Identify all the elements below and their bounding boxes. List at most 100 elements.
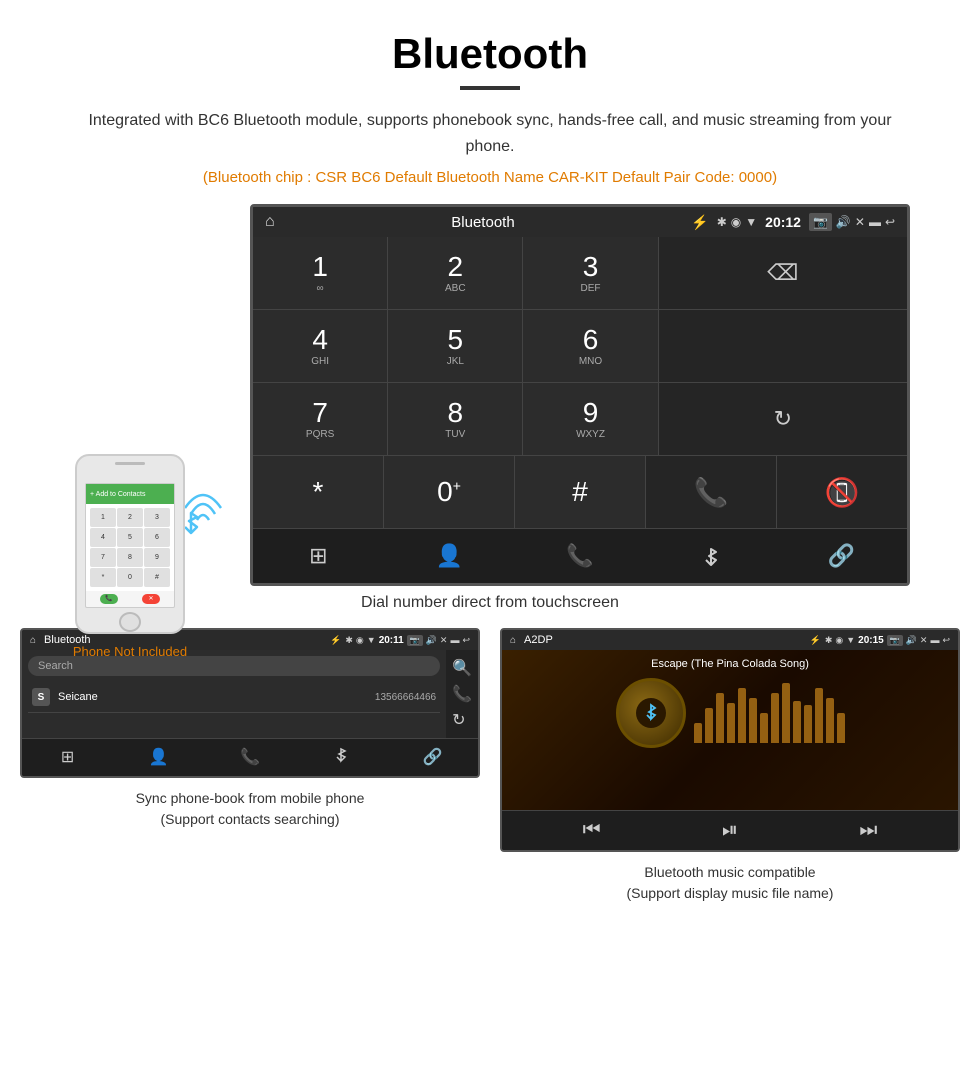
bottom-link-icon[interactable]: 🔗: [776, 529, 907, 583]
pb-refresh-icon[interactable]: ↻: [452, 710, 472, 730]
dial-key-2[interactable]: 2 ABC: [388, 237, 523, 309]
location-icon: ◉: [731, 215, 741, 229]
pb-sig-icon: ▼: [367, 635, 376, 646]
phone-end-btn: ✕: [142, 594, 160, 604]
main-status-bar: ⌂ Bluetooth ⚡ ✱ ◉ ▼ 20:12 📷 🔊 ✕ ▬ ↩: [253, 207, 907, 237]
pb-cam-icon: 📷: [407, 635, 423, 646]
dial-key-star[interactable]: *: [253, 456, 384, 528]
pb-contact-icon[interactable]: 👤: [113, 739, 204, 776]
mu-back-icon: ↩: [942, 635, 950, 646]
phone-not-included-label: Phone Not Included: [40, 644, 220, 659]
music-bar: [716, 693, 724, 743]
dial-key-backspace[interactable]: ⌫: [659, 237, 907, 309]
subtitle: Integrated with BC6 Bluetooth module, su…: [0, 108, 980, 169]
signal-icon: ▼: [745, 215, 757, 229]
music-controls: ⏮ ⏯ ⏭: [502, 810, 958, 850]
bottom-panels: ⌂ Bluetooth ⚡ ✱ ◉ ▼ 20:11 📷 🔊 ✕ ▬ ↩: [0, 628, 980, 904]
phone-screen: + Add to Contacts 1 2 3 4 5 6 7 8 9 * 0: [85, 483, 175, 607]
dial-key-refresh[interactable]: ↻: [659, 383, 907, 455]
music-bar: [815, 688, 823, 743]
pb-phone-icon[interactable]: 📞: [204, 739, 295, 776]
bottom-phone-icon[interactable]: 📞: [515, 529, 646, 583]
music-prev-btn[interactable]: ⏮: [583, 819, 601, 842]
music-caption: Bluetooth music compatible(Support displ…: [627, 862, 834, 904]
contact-letter: S: [32, 688, 50, 706]
dial-key-0[interactable]: 0+: [384, 456, 515, 528]
bt-info: (Bluetooth chip : CSR BC6 Default Blueto…: [0, 169, 980, 186]
pb-win-icon: ▬: [450, 635, 459, 646]
contact-row[interactable]: S Seicane 13566664466: [28, 682, 440, 713]
pb-time: 20:11: [379, 635, 404, 646]
dial-key-8[interactable]: 8 TUV: [388, 383, 523, 455]
phone-key: 4: [90, 528, 116, 547]
music-bar: [771, 693, 779, 743]
mu-time: 20:15: [858, 635, 884, 646]
window-icon: ▬: [869, 215, 881, 229]
mu-vol-icon: 🔊: [906, 635, 917, 646]
mu-close-icon: ✕: [920, 635, 928, 646]
phonebook-caption: Sync phone-book from mobile phone(Suppor…: [136, 788, 365, 830]
screen-time: 20:12: [765, 214, 801, 230]
music-bar: [804, 705, 812, 743]
bottom-bt-icon[interactable]: [645, 529, 776, 583]
pb-back-icon: ↩: [462, 635, 470, 646]
music-next-btn[interactable]: ⏭: [859, 819, 877, 842]
phone-key: 1: [90, 508, 116, 527]
pb-search-icon[interactable]: 🔍: [452, 658, 472, 678]
dial-key-7[interactable]: 7 PQRS: [253, 383, 388, 455]
pb-status-icons: ✱ ◉ ▼ 20:11 📷 🔊 ✕ ▬ ↩: [345, 635, 470, 646]
main-screen-mockup: ⌂ Bluetooth ⚡ ✱ ◉ ▼ 20:12 📷 🔊 ✕ ▬ ↩: [250, 204, 910, 586]
mu-cam-icon: 📷: [887, 635, 903, 646]
pb-grid-icon[interactable]: ⊞: [22, 739, 113, 776]
bluetooth-status-icon: ✱: [717, 215, 727, 229]
page-title: Bluetooth: [0, 0, 980, 86]
dial-key-call[interactable]: 📞: [646, 456, 777, 528]
dial-key-end[interactable]: 📵: [777, 456, 907, 528]
music-play-pause-btn[interactable]: ⏯: [722, 819, 738, 842]
back-icon: ↩: [885, 215, 895, 229]
mu-win-icon: ▬: [930, 635, 939, 646]
pb-call-icon[interactable]: 📞: [452, 684, 472, 704]
pb-bt-bottom-icon[interactable]: [296, 739, 387, 776]
dial-key-6[interactable]: 6 MNO: [523, 310, 658, 382]
usb-icon: ⚡: [691, 214, 708, 231]
mu-usb-icon: ⚡: [810, 635, 821, 646]
phone-screen-bottom: ✕: [86, 591, 174, 607]
pb-link-icon[interactable]: 🔗: [387, 739, 478, 776]
dialpad-row-1: 1 ∞ 2 ABC 3 DEF ⌫: [253, 237, 907, 310]
dial-key-5[interactable]: 5 JKL: [388, 310, 523, 382]
phone-key: *: [90, 568, 116, 587]
dialpad-row-2: 4 GHI 5 JKL 6 MNO: [253, 310, 907, 383]
music-bar: [705, 708, 713, 743]
dial-key-9[interactable]: 9 WXYZ: [523, 383, 658, 455]
phonebook-sidebar: 🔍 📞 ↻: [446, 650, 478, 738]
pb-bt-icon: ✱: [345, 635, 353, 646]
phone-screen-top: + Add to Contacts: [86, 484, 174, 504]
mu-sig-icon: ▼: [846, 635, 855, 646]
mu-label: A2DP: [524, 634, 806, 646]
music-status-bar: ⌂ A2DP ⚡ ✱ ◉ ▼ 20:15 📷 🔊 ✕ ▬ ↩: [502, 630, 958, 650]
bottom-contact-icon[interactable]: 👤: [384, 529, 515, 583]
dial-key-1[interactable]: 1 ∞: [253, 237, 388, 309]
phone-key: 6: [144, 528, 170, 547]
dial-key-hash[interactable]: #: [515, 456, 646, 528]
phone-key: 5: [117, 528, 143, 547]
music-body: Escape (The Pina Colada Song): [502, 650, 958, 810]
mu-home-icon: ⌂: [510, 635, 516, 646]
dial-key-4[interactable]: 4 GHI: [253, 310, 388, 382]
mu-bt-icon: ✱: [825, 635, 833, 646]
phonebook-panel: ⌂ Bluetooth ⚡ ✱ ◉ ▼ 20:11 📷 🔊 ✕ ▬ ↩: [20, 628, 480, 904]
dial-key-3[interactable]: 3 DEF: [523, 237, 658, 309]
status-icons: ✱ ◉ ▼ 20:12 📷 🔊 ✕ ▬ ↩: [717, 213, 895, 231]
camera-status-icon: 📷: [809, 213, 832, 231]
phone-screen-body: 1 2 3 4 5 6 7 8 9 * 0 #: [86, 504, 174, 590]
music-content: [616, 678, 845, 748]
phone-key: #: [144, 568, 170, 587]
bottom-grid-icon[interactable]: ⊞: [253, 529, 384, 583]
music-song-title: Escape (The Pina Colada Song): [651, 658, 809, 670]
contact-number: 13566664466: [375, 692, 436, 703]
search-bar[interactable]: Search: [28, 656, 440, 676]
phone-key: 3: [144, 508, 170, 527]
mu-status-icons: ✱ ◉ ▼ 20:15 📷 🔊 ✕ ▬ ↩: [825, 635, 950, 646]
dialpad-row-4: * 0+ # 📞 📵: [253, 456, 907, 528]
